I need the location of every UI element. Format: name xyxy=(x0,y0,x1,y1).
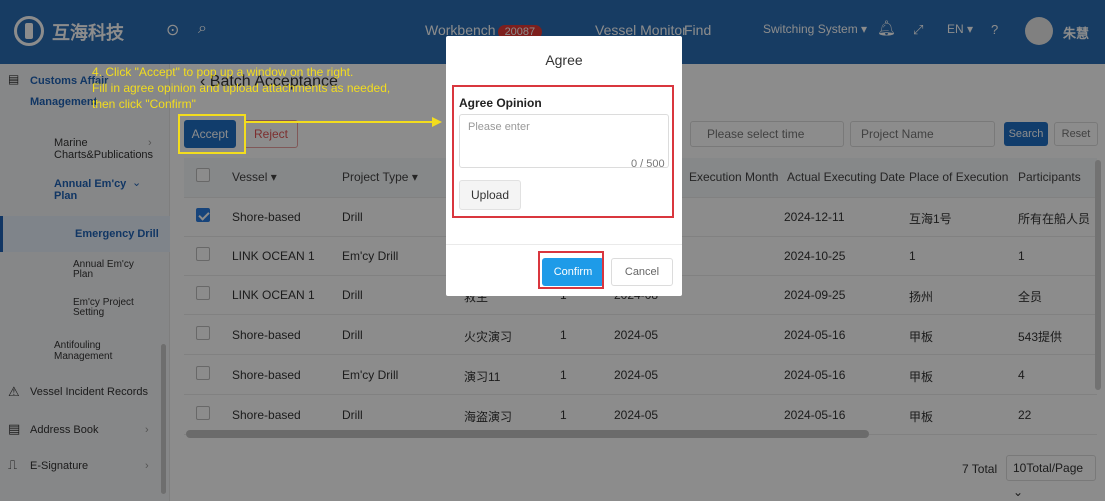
annotation-text: 4. Click "Accept" to pop up a window on … xyxy=(92,65,391,111)
dialog-divider xyxy=(446,244,682,245)
annotation-arrow xyxy=(246,117,442,127)
cancel-button[interactable]: Cancel xyxy=(611,258,673,286)
highlight-confirm-box xyxy=(538,251,604,289)
highlight-accept-box xyxy=(178,114,246,154)
dialog-title: Agree xyxy=(545,52,583,68)
highlight-form-box xyxy=(452,85,674,218)
